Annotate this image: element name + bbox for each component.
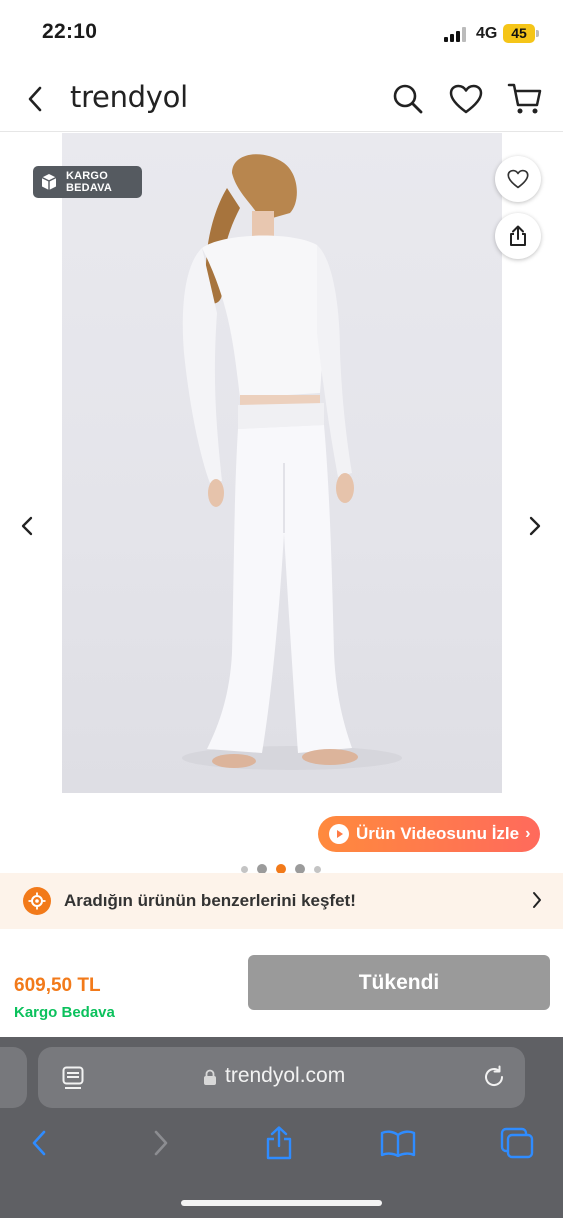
browser-forward-button[interactable] — [141, 1125, 181, 1161]
browser-share-button[interactable] — [259, 1125, 299, 1161]
model-illustration — [182, 154, 402, 770]
discover-similar-text: Aradığın ürünün benzerlerini keşfet! — [64, 891, 356, 910]
previous-tab-peek[interactable] — [0, 1047, 27, 1108]
heart-icon — [449, 84, 483, 114]
back-icon — [28, 86, 42, 112]
back-arrow-icon — [32, 1130, 46, 1156]
bookmarks-icon — [380, 1130, 416, 1157]
pagination-dot[interactable] — [314, 865, 321, 873]
pagination-dot[interactable] — [241, 865, 248, 873]
free-shipping-badge: KARGO BEDAVA — [33, 166, 142, 198]
trendyol-logo[interactable]: trendyol — [70, 80, 188, 114]
play-icon — [329, 824, 349, 844]
chevron-right-icon: › — [525, 825, 531, 842]
badge-line-2: BEDAVA — [66, 182, 113, 194]
discover-similar-banner[interactable]: Aradığın ürünün benzerlerini keşfet! — [0, 873, 563, 929]
forward-arrow-icon — [154, 1130, 168, 1156]
share-icon — [266, 1126, 292, 1160]
sold-out-button[interactable]: Tükendi — [248, 955, 550, 1010]
address-bar[interactable]: trendyol.com — [38, 1047, 525, 1108]
reload-icon[interactable] — [482, 1065, 506, 1089]
browser-bookmarks-button[interactable] — [378, 1125, 418, 1161]
chevron-right-icon — [533, 892, 541, 908]
browser-tabs-button[interactable] — [497, 1125, 537, 1161]
watch-video-button[interactable]: Ürün Videosunu İzle › — [318, 816, 540, 852]
status-bar: 22:10 4G 45 — [0, 0, 563, 66]
search-button[interactable] — [389, 80, 427, 118]
app-header: trendyol — [0, 66, 563, 132]
chevron-left-icon — [21, 516, 33, 536]
watch-video-label: Ürün Videosunu İzle — [356, 824, 520, 843]
reader-mode-icon[interactable] — [62, 1066, 84, 1090]
battery-indicator: 45 — [503, 24, 535, 43]
tabs-icon — [500, 1127, 534, 1159]
browser-back-button[interactable] — [19, 1125, 59, 1161]
share-product-button[interactable] — [495, 213, 541, 259]
buy-box: 609,50 TL Kargo Bedava Tükendi — [0, 929, 563, 1037]
home-indicator[interactable] — [181, 1200, 382, 1206]
similar-products-icon — [23, 887, 51, 915]
previous-image-button[interactable] — [12, 511, 42, 541]
next-image-button[interactable] — [520, 511, 550, 541]
product-gallery[interactable]: KARGO BEDAVA Ürün Videosunu İzle › — [0, 133, 563, 879]
heart-icon — [507, 169, 529, 189]
chevron-right-icon — [529, 516, 541, 536]
favorites-button[interactable] — [447, 80, 485, 118]
battery-tip — [536, 30, 539, 37]
network-type: 4G — [476, 25, 498, 42]
status-time: 22:10 — [42, 20, 98, 43]
share-icon — [510, 225, 526, 246]
search-icon — [393, 84, 423, 114]
add-to-favorites-button[interactable] — [495, 156, 541, 202]
url-text: trendyol.com — [225, 1064, 346, 1087]
product-image[interactable] — [62, 133, 502, 793]
cart-icon — [507, 83, 542, 114]
badge-line-1: KARGO — [66, 170, 108, 182]
cart-button[interactable] — [506, 80, 544, 118]
product-price: 609,50 TL — [14, 975, 101, 996]
lock-icon — [204, 1069, 216, 1085]
back-button[interactable] — [18, 82, 52, 116]
free-shipping-label: Kargo Bedava — [14, 1004, 115, 1021]
cellular-signal-icon — [444, 27, 466, 42]
box-icon — [41, 174, 57, 190]
browser-toolbar: trendyol.com — [0, 1037, 563, 1218]
